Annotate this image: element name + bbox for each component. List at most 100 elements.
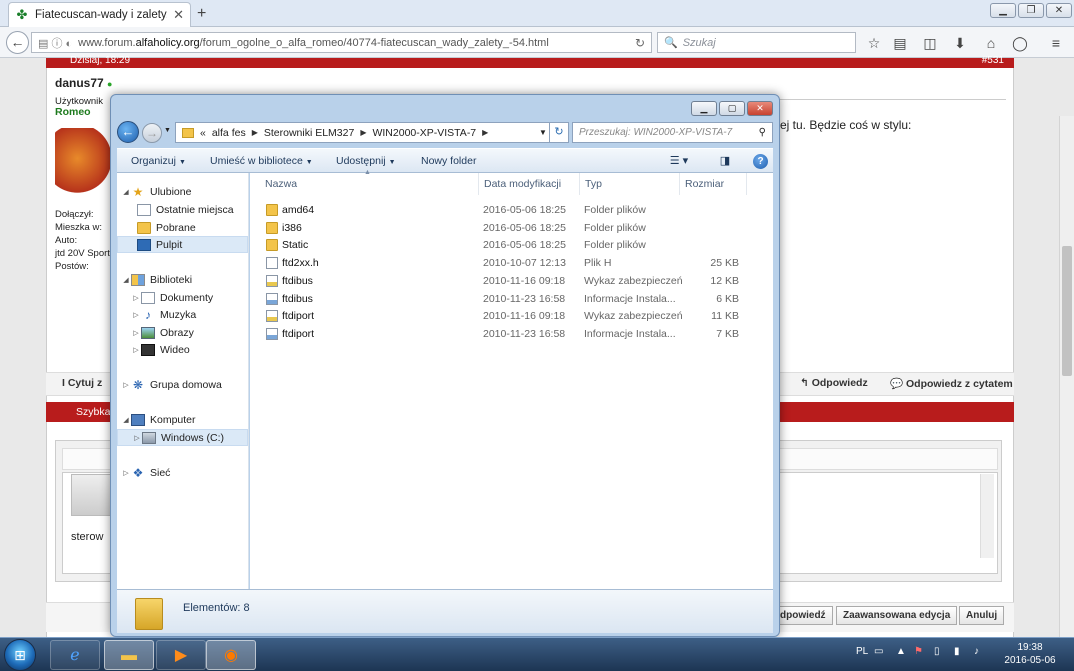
nav-computer[interactable]: ◢ Komputer <box>121 411 252 428</box>
collapsed-arrow-icon[interactable]: ▷ <box>131 294 141 302</box>
action-center-icon[interactable]: ⚑ <box>914 646 923 657</box>
firefox-taskbar-icon[interactable]: ◉ <box>206 640 256 670</box>
nav-recent-places[interactable]: Ostatnie miejsca <box>137 201 268 218</box>
new-tab-button[interactable]: + <box>197 5 206 23</box>
breadcrumb-item[interactable]: Sterowniki ELM327 <box>264 127 354 139</box>
expanded-arrow-icon[interactable]: ◢ <box>121 276 131 284</box>
pocket-icon[interactable]: ◫ <box>920 33 940 53</box>
language-indicator[interactable]: PL <box>856 646 868 657</box>
address-dropdown-icon[interactable]: ▼ <box>536 122 550 143</box>
address-bar[interactable]: « alfa fes ▶ Sterowniki ELM327 ▶ WIN2000… <box>175 122 568 143</box>
battery-icon[interactable]: ▯ <box>934 646 940 657</box>
quote-button[interactable]: I Cytuj z <box>62 377 102 389</box>
expanded-arrow-icon[interactable]: ◢ <box>121 188 131 196</box>
nav-network[interactable]: ▷ ❖ Sieć <box>121 464 252 481</box>
page-scrollbar[interactable] <box>1059 116 1074 671</box>
signal-icon[interactable]: ▮ <box>954 646 960 657</box>
search-bar[interactable]: 🔍 Szukaj <box>657 32 856 53</box>
forward-icon[interactable]: → <box>142 123 162 143</box>
file-row[interactable]: amd64 2016-05-06 18:25 Folder plików <box>250 202 760 219</box>
editor-scrollbar[interactable] <box>980 474 994 558</box>
nav-pictures[interactable]: ▷ Obrazy <box>131 324 262 341</box>
explorer-close-button[interactable]: ✕ <box>747 101 773 116</box>
collapsed-arrow-icon[interactable]: ▷ <box>132 434 142 442</box>
reply-with-quote-button[interactable]: 💬 Odpowiedz z cytatem <box>890 377 1013 390</box>
chevron-right-icon[interactable]: ▶ <box>252 128 258 137</box>
reading-list-icon[interactable]: ▤ <box>890 33 910 53</box>
reload-icon[interactable]: ↻ <box>635 36 645 50</box>
file-row[interactable]: i386 2016-05-06 18:25 Folder plików <box>250 220 760 237</box>
file-explorer-taskbar-icon[interactable]: ▬ <box>104 640 154 670</box>
column-header-date[interactable]: Data modyfikacji <box>479 173 580 195</box>
explorer-minimize-button[interactable]: ▁ <box>691 101 717 116</box>
scrollbar-thumb[interactable] <box>1062 246 1072 376</box>
column-header-size[interactable]: Rozmiar <box>680 173 747 195</box>
menu-icon[interactable]: ≡ <box>1046 33 1066 53</box>
home-icon[interactable]: ⌂ <box>981 33 1001 53</box>
back-icon[interactable]: ← <box>117 121 139 143</box>
column-header-name[interactable]: Nazwa <box>260 173 479 195</box>
show-hidden-icons-icon[interactable]: ▲ <box>896 646 906 657</box>
view-options-icon[interactable]: ☰ ▾ <box>669 152 689 170</box>
nav-music[interactable]: ▷ ♪ Muzyka <box>131 306 262 323</box>
new-folder-button[interactable]: Nowy folder <box>421 155 476 167</box>
collapsed-arrow-icon[interactable]: ▷ <box>131 346 141 354</box>
clock[interactable]: 19:38 2016-05-06 <box>1000 641 1060 667</box>
internet-explorer-taskbar-icon[interactable]: ℯ <box>50 640 100 670</box>
keyboard-icon[interactable]: ▭ <box>874 646 883 657</box>
file-row[interactable]: Static 2016-05-06 18:25 Folder plików <box>250 237 760 254</box>
include-in-library-menu[interactable]: Umieść w bibliotece ▼ <box>210 155 313 167</box>
browser-tab[interactable]: ✤ Fiatecuscan-wady i zalety. ... ✕ <box>8 2 191 27</box>
post-number[interactable]: #531 <box>982 56 1004 66</box>
collapsed-arrow-icon[interactable]: ▷ <box>121 381 131 389</box>
help-icon[interactable]: ? <box>753 154 768 169</box>
page-info-icon[interactable]: ▤ ⓘ ◐ <box>38 35 72 51</box>
breadcrumb-item[interactable]: alfa fes <box>212 127 246 139</box>
file-row[interactable]: ftdiport 2010-11-23 16:58 Informacje Insta… <box>250 326 760 343</box>
nav-drive-c[interactable]: ▷ Windows (C:) <box>117 429 248 446</box>
restore-window-button[interactable]: ❐ <box>1018 3 1044 18</box>
collapsed-arrow-icon[interactable]: ▷ <box>121 469 131 477</box>
collapsed-arrow-icon[interactable]: ▷ <box>131 311 141 319</box>
nav-downloads[interactable]: Pobrane <box>137 219 268 236</box>
nav-desktop[interactable]: Pulpit <box>117 236 248 253</box>
collapsed-arrow-icon[interactable]: ▷ <box>131 329 141 337</box>
reply-button[interactable]: ↰ Odpowiedz <box>800 377 868 389</box>
chevron-right-icon[interactable]: ▶ <box>482 128 488 137</box>
media-player-taskbar-icon[interactable]: ▶ <box>156 640 206 670</box>
volume-icon[interactable]: ♪ <box>974 646 979 657</box>
refresh-icon[interactable]: ↻ <box>549 122 569 143</box>
back-button[interactable]: ← <box>6 31 29 54</box>
file-row[interactable]: ftdibus 2010-11-16 09:18 Wykaz zabezpiecze… <box>250 273 760 290</box>
expanded-arrow-icon[interactable]: ◢ <box>121 416 131 424</box>
post-author[interactable]: danus77 ● <box>55 76 112 90</box>
minimize-window-button[interactable]: ▁ <box>990 3 1016 18</box>
file-row[interactable]: ftdibus 2010-11-23 16:58 Informacje Instal… <box>250 291 760 308</box>
nav-libraries[interactable]: ◢ Biblioteki <box>121 271 252 288</box>
breadcrumb-overflow[interactable]: « <box>200 127 206 139</box>
cancel-button[interactable]: Anuluj <box>959 606 1005 625</box>
file-row[interactable]: ftd2xx.h 2010-10-07 12:13 Plik H 25 KB <box>250 255 760 272</box>
bookmark-star-icon[interactable]: ☆ <box>864 33 884 53</box>
start-button[interactable]: ⊞ <box>4 639 36 671</box>
search-icon[interactable]: ⚲ <box>759 127 766 138</box>
chevron-right-icon[interactable]: ▶ <box>360 128 366 137</box>
close-tab-icon[interactable]: ✕ <box>173 7 184 23</box>
nav-homegroup[interactable]: ▷ ❋ Grupa domowa <box>121 376 252 393</box>
download-icon[interactable]: ⬇ <box>950 33 970 53</box>
nav-documents[interactable]: ▷ Dokumenty <box>131 289 262 306</box>
organize-menu[interactable]: Organizuj ▼ <box>131 155 186 167</box>
history-dropdown-icon[interactable]: ▼ <box>164 127 171 134</box>
chat-icon[interactable]: ◯ <box>1010 33 1030 53</box>
advanced-edit-button[interactable]: Zaawansowana edycja <box>836 606 958 625</box>
nav-favorites[interactable]: ◢ ★ Ulubione <box>121 183 252 200</box>
post-reply-button[interactable]: dpowiedź <box>773 606 833 625</box>
breadcrumb-item[interactable]: WIN2000-XP-VISTA-7 <box>372 127 476 139</box>
file-row[interactable]: ftdiport 2010-11-16 09:18 Wykaz zabezpiecz… <box>250 308 760 325</box>
share-menu[interactable]: Udostępnij ▼ <box>336 155 396 167</box>
url-bar[interactable]: ▤ ⓘ ◐ www.forum.alfaholicy.org/forum_ogo… <box>31 32 652 53</box>
nav-videos[interactable]: ▷ Wideo <box>131 341 262 358</box>
preview-pane-icon[interactable]: ◨ <box>715 152 735 170</box>
column-header-type[interactable]: Typ <box>580 173 680 195</box>
close-window-button[interactable]: ✕ <box>1046 3 1072 18</box>
